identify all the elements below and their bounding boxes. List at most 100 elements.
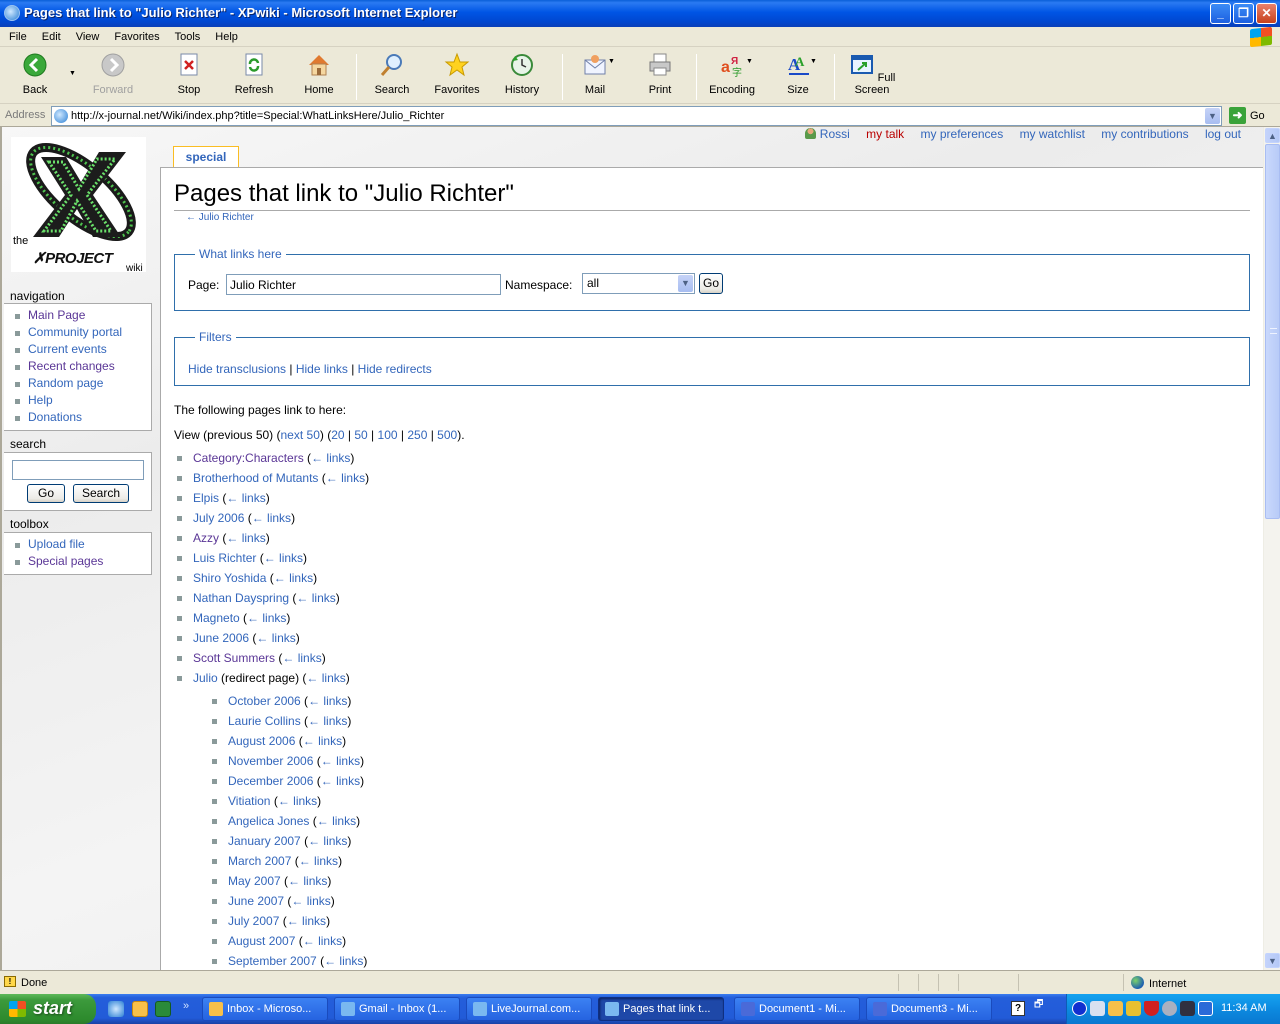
menu-edit[interactable]: Edit (33, 28, 67, 43)
result-link[interactable]: June 2006 (193, 631, 249, 645)
next-50-link[interactable]: next 50 (281, 428, 320, 442)
result-link[interactable]: Magneto (193, 611, 240, 625)
links-link[interactable]: ← links (247, 611, 286, 625)
result-link[interactable]: March 2007 (228, 854, 291, 868)
mail-dropdown-icon[interactable]: ▼ (608, 58, 615, 65)
limit-500-link[interactable]: 500 (437, 428, 457, 442)
address-dropdown-icon[interactable]: ▼ (1205, 108, 1220, 124)
links-link[interactable]: ← links (252, 511, 291, 525)
page-input[interactable] (226, 274, 501, 295)
log-out-link[interactable]: log out (1205, 127, 1241, 141)
links-link[interactable]: ← links (256, 631, 295, 645)
vertical-scrollbar[interactable]: ▲ ▼ (1263, 127, 1280, 970)
quicklaunch-excel-icon[interactable] (155, 1001, 171, 1017)
result-link[interactable]: September 2007 (228, 954, 317, 968)
sidebar-item-donations[interactable]: Donations (12, 409, 151, 426)
toolbox-item-upload-file[interactable]: Upload file (12, 536, 151, 553)
taskbar-button[interactable]: Document1 - Mi... (734, 997, 860, 1021)
sidebar-item-random-page[interactable]: Random page (12, 375, 151, 392)
result-link[interactable]: June 2007 (228, 894, 284, 908)
my-contributions-link[interactable]: my contributions (1101, 127, 1188, 141)
toolbox-item-special-pages[interactable]: Special pages (12, 553, 151, 570)
result-link[interactable]: July 2006 (193, 511, 244, 525)
site-logo[interactable]: the ✗PROJECT wiki (11, 137, 146, 274)
result-link[interactable]: December 2006 (228, 774, 313, 788)
help-icon[interactable]: ? (1011, 1001, 1025, 1016)
refresh-button[interactable]: Refresh (234, 52, 274, 96)
result-link[interactable]: Azzy (193, 531, 219, 545)
menu-file[interactable]: File (0, 28, 33, 43)
result-link[interactable]: Scott Summers (193, 651, 275, 665)
favorites-button[interactable]: Favorites (433, 52, 481, 96)
tray-key-icon[interactable] (1126, 1001, 1141, 1016)
menu-tools[interactable]: Tools (166, 28, 207, 43)
links-link[interactable]: ← links (308, 834, 347, 848)
links-link[interactable]: ← links (308, 714, 347, 728)
scroll-down-button[interactable]: ▼ (1265, 953, 1280, 968)
links-link[interactable]: ← links (321, 754, 360, 768)
links-link[interactable]: ← links (326, 471, 365, 485)
minimize-button[interactable]: _ (1210, 3, 1231, 24)
links-link[interactable]: ← links (282, 651, 321, 665)
result-link[interactable]: May 2007 (228, 874, 281, 888)
links-link[interactable]: ← links (317, 814, 356, 828)
result-link[interactable]: Category:Characters (193, 451, 304, 465)
sidebar-item-help[interactable]: Help (12, 392, 151, 409)
back-dropdown-icon[interactable]: ▼ (69, 70, 76, 77)
links-link[interactable]: ← links (321, 774, 360, 788)
links-link[interactable]: ← links (278, 794, 317, 808)
encoding-dropdown-icon[interactable]: ▼ (746, 58, 753, 65)
address-input[interactable] (71, 108, 1201, 124)
restore-taskbar-icon[interactable]: 🗗 (1034, 997, 1043, 1014)
tray-printer-icon[interactable] (1090, 1001, 1105, 1016)
scroll-thumb[interactable] (1265, 144, 1280, 519)
limit-50-link[interactable]: 50 (354, 428, 367, 442)
size-dropdown-icon[interactable]: ▼ (810, 58, 817, 65)
sidebar-item-community-portal[interactable]: Community portal (12, 324, 151, 341)
quicklaunch-ie-icon[interactable] (108, 1001, 124, 1017)
sidebar-search-input[interactable] (12, 460, 144, 480)
links-link[interactable]: ← links (306, 671, 345, 685)
links-link[interactable]: ← links (274, 571, 313, 585)
tray-eye-icon[interactable] (1180, 1001, 1195, 1016)
result-link[interactable]: August 2007 (228, 934, 295, 948)
close-button[interactable]: ✕ (1256, 3, 1277, 24)
tab-special[interactable]: special (173, 146, 239, 168)
hide-links-link[interactable]: Hide links (296, 362, 348, 376)
menu-view[interactable]: View (67, 28, 106, 43)
sidebar-item-recent-changes[interactable]: Recent changes (12, 358, 151, 375)
taskbar-button[interactable]: Document3 - Mi... (866, 997, 992, 1021)
taskbar-button[interactable]: Pages that link t... (598, 997, 724, 1021)
links-link[interactable]: ← links (287, 914, 326, 928)
links-link[interactable]: ← links (324, 954, 363, 968)
links-link[interactable]: ← links (226, 491, 265, 505)
tray-volume-icon[interactable] (1162, 1001, 1177, 1016)
limit-20-link[interactable]: 20 (331, 428, 344, 442)
backlink[interactable]: ← Julio Richter (186, 212, 254, 223)
namespace-select[interactable]: all ▼ (582, 273, 695, 294)
result-link[interactable]: Laurie Collins (228, 714, 301, 728)
result-link[interactable]: Angelica Jones (228, 814, 309, 828)
sidebar-item-current-events[interactable]: Current events (12, 341, 151, 358)
limit-100-link[interactable]: 100 (378, 428, 398, 442)
links-link[interactable]: ← links (264, 551, 303, 565)
size-button[interactable]: AA Size (786, 52, 810, 96)
sidebar-go-button[interactable]: Go (27, 484, 65, 503)
my-talk-link[interactable]: my talk (866, 127, 904, 141)
limit-250-link[interactable]: 250 (407, 428, 427, 442)
result-link[interactable]: July 2007 (228, 914, 279, 928)
result-link[interactable]: Brotherhood of Mutants (193, 471, 318, 485)
sidebar-item-main-page[interactable]: Main Page (12, 307, 151, 324)
links-link[interactable]: ← links (311, 451, 350, 465)
namespace-go-button[interactable]: Go (699, 273, 723, 294)
tray-outlook-icon[interactable] (1108, 1001, 1123, 1016)
result-link[interactable]: November 2006 (228, 754, 313, 768)
restore-button[interactable]: ❐ (1233, 3, 1254, 24)
links-link[interactable]: ← links (303, 734, 342, 748)
links-link[interactable]: ← links (299, 854, 338, 868)
links-link[interactable]: ← links (303, 934, 342, 948)
menu-favorites[interactable]: Favorites (105, 28, 165, 43)
tray-network-icon[interactable] (1198, 1001, 1213, 1016)
print-button[interactable]: Print (647, 52, 673, 96)
result-link[interactable]: Shiro Yoshida (193, 571, 266, 585)
